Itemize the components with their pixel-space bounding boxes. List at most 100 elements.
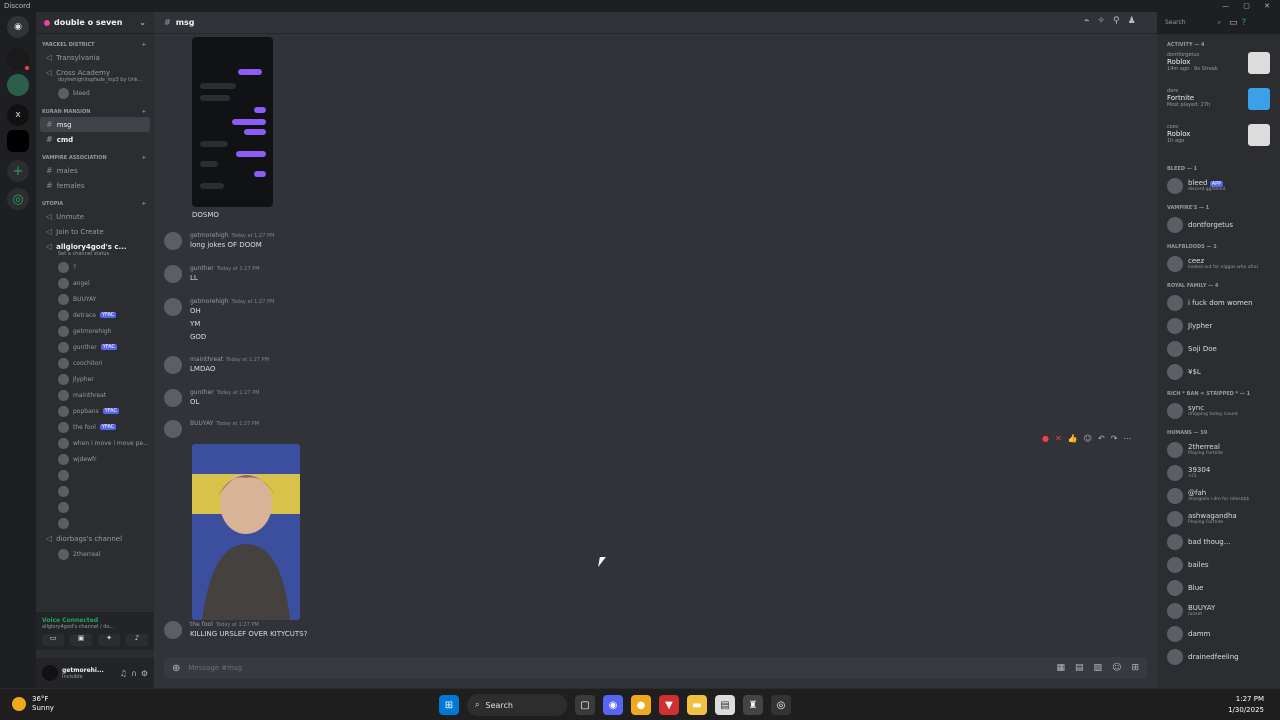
member-item[interactable]: 39304 </3 [1163, 461, 1274, 484]
avatar[interactable] [164, 621, 182, 639]
message-input[interactable]: ⊕ Message #msg ▦ ▤ ▨ ☺ ⊞ [164, 657, 1147, 679]
reaction-icon[interactable]: ● [1042, 434, 1049, 443]
notifications-icon[interactable]: ✧ [1097, 16, 1105, 26]
activity-card[interactable]: ceez Roblox 1h ago [1163, 122, 1274, 158]
message-author[interactable]: getmorehigh [190, 298, 228, 305]
member-item[interactable]: drainedfeeling [1163, 645, 1274, 668]
member-item[interactable]: Soji Doe [1163, 337, 1274, 360]
clock[interactable]: 1:27 PM 1/30/2025 [1228, 694, 1264, 716]
message-author[interactable]: mainthreat [190, 356, 223, 363]
screenshare-button[interactable]: ▣ [70, 634, 92, 646]
pin-icon[interactable]: ⚲ [1113, 16, 1120, 26]
add-channel-icon[interactable]: + [142, 42, 146, 48]
inbox-icon[interactable]: ▭ [1229, 18, 1238, 28]
sticker-icon[interactable]: ▨ [1094, 663, 1103, 673]
voice-user[interactable]: angel [36, 275, 154, 291]
voice-user[interactable]: getmorehigh [36, 323, 154, 339]
channel-join-to-create[interactable]: ◁ Join to Create [36, 224, 154, 239]
voice-user[interactable]: coochitori [36, 355, 154, 371]
discover-icon[interactable]: ◎ [7, 188, 29, 210]
voice-user[interactable] [36, 467, 154, 483]
headphones-icon[interactable]: ∩ [131, 669, 137, 678]
server-icon-active[interactable] [7, 130, 29, 152]
soundboard-button[interactable]: ♪ [126, 634, 148, 646]
brave-taskbar-icon[interactable]: ▼ [659, 695, 679, 715]
notepad-icon[interactable]: ▤ [715, 695, 735, 715]
voice-user[interactable]: Jlypher [36, 371, 154, 387]
member-item[interactable]: i fuck dom women [1163, 291, 1274, 314]
voice-user[interactable]: BUUYAY [36, 291, 154, 307]
avatar[interactable] [164, 298, 182, 316]
discord-taskbar-icon[interactable]: ◉ [603, 695, 623, 715]
avatar[interactable] [164, 265, 182, 283]
activity-button[interactable]: ✦ [98, 634, 120, 646]
voice-user[interactable]: the fool YFAC [36, 419, 154, 435]
voice-user[interactable]: when i move i move pe... [36, 435, 154, 451]
add-channel-icon[interactable]: + [142, 109, 146, 115]
message-author[interactable]: gunther [190, 265, 214, 272]
member-item[interactable]: @fah/margiela i dm for roles$$$ [1163, 484, 1274, 507]
voice-user[interactable]: gunther YFAC [36, 339, 154, 355]
activity-card[interactable]: dere Fortnite Most played: 27h [1163, 86, 1274, 122]
add-server-icon[interactable]: + [7, 160, 29, 182]
category-header[interactable]: YARCKEL DISTRICT + [36, 34, 154, 50]
more-icon[interactable]: ⋯ [1123, 434, 1131, 443]
message-author[interactable]: getmorehigh [190, 232, 228, 239]
thumbs-up-icon[interactable]: 👍 [1068, 434, 1078, 443]
category-header[interactable]: KURAN MANSION + [36, 101, 154, 117]
channel-unmute[interactable]: ◁ Unmute [36, 209, 154, 224]
add-channel-icon[interactable]: + [142, 201, 146, 207]
add-channel-icon[interactable]: + [142, 155, 146, 161]
voice-user[interactable]: ? [36, 259, 154, 275]
add-reaction-icon[interactable]: ☺ [1084, 434, 1092, 443]
emoji-icon[interactable]: ☺ [1112, 663, 1121, 673]
message-author[interactable]: the fool [190, 621, 213, 628]
member-item[interactable]: dontforgetus [1163, 213, 1274, 236]
channel-diorbags[interactable]: ◁ diorbags's channel [36, 531, 154, 546]
voice-user[interactable]: detrace YFAC [36, 307, 154, 323]
threads-icon[interactable]: ⌁ [1084, 16, 1089, 26]
add-attachment-icon[interactable]: ⊕ [172, 663, 180, 674]
app-taskbar-icon[interactable]: ● [631, 695, 651, 715]
mic-icon[interactable]: ♫ [120, 669, 127, 678]
voice-user[interactable] [36, 499, 154, 515]
voice-user[interactable]: 2therreal [36, 546, 154, 562]
member-item[interactable]: bailes [1163, 553, 1274, 576]
channel-msg[interactable]: # msg [40, 117, 150, 132]
voice-user[interactable] [36, 515, 154, 531]
window-controls[interactable]: — ▢ ✕ [1222, 0, 1276, 12]
camera-button[interactable]: ▭ [42, 634, 64, 646]
server-header[interactable]: double o seven ⌄ [36, 12, 154, 34]
channel-males[interactable]: # males [36, 163, 154, 178]
start-icon[interactable]: ⊞ [439, 695, 459, 715]
member-item[interactable]: bleed APP discord.gg/bleed [1163, 174, 1274, 197]
help-icon[interactable]: ? [1242, 18, 1247, 28]
member-item[interactable]: damm [1163, 622, 1274, 645]
server-icon[interactable]: x [7, 104, 29, 126]
taskbar-search[interactable]: ⌕ Search [467, 694, 567, 716]
apps-icon[interactable]: ⊞ [1131, 663, 1139, 673]
channel-transylvania[interactable]: ◁ Transylvania [36, 50, 154, 65]
member-item[interactable]: ceez looked out for niggas who afrai [1163, 252, 1274, 275]
voice-user[interactable]: wjdewfr [36, 451, 154, 467]
member-item[interactable]: Jlypher [1163, 314, 1274, 337]
activity-card[interactable]: dontforgetus Roblox 14m ago · 9x Streak [1163, 50, 1274, 86]
member-item[interactable]: BUUYAY/unset [1163, 599, 1274, 622]
gif-icon[interactable]: ▤ [1075, 663, 1084, 673]
reply-icon[interactable]: ↶ [1098, 434, 1105, 443]
member-item[interactable]: ¥$L [1163, 360, 1274, 383]
search-input[interactable]: Search ⌕ [1161, 16, 1225, 30]
app-taskbar-icon[interactable]: ♜ [743, 695, 763, 715]
message-author[interactable]: gunther [190, 389, 214, 396]
channel-females[interactable]: # females [36, 178, 154, 193]
member-item[interactable]: sync dropping today /count [1163, 399, 1274, 422]
file-explorer-icon[interactable]: ▬ [687, 695, 707, 715]
avatar[interactable] [164, 389, 182, 407]
voice-user[interactable] [36, 483, 154, 499]
forward-icon[interactable]: ↷ [1111, 434, 1118, 443]
members-icon[interactable]: ♟ [1128, 16, 1136, 26]
message-input-placeholder[interactable]: Message #msg [188, 664, 1048, 672]
voice-user[interactable]: popbans YFAC [36, 403, 154, 419]
voice-user[interactable]: bleed [36, 85, 154, 101]
reaction-icon[interactable]: ✕ [1055, 434, 1062, 443]
